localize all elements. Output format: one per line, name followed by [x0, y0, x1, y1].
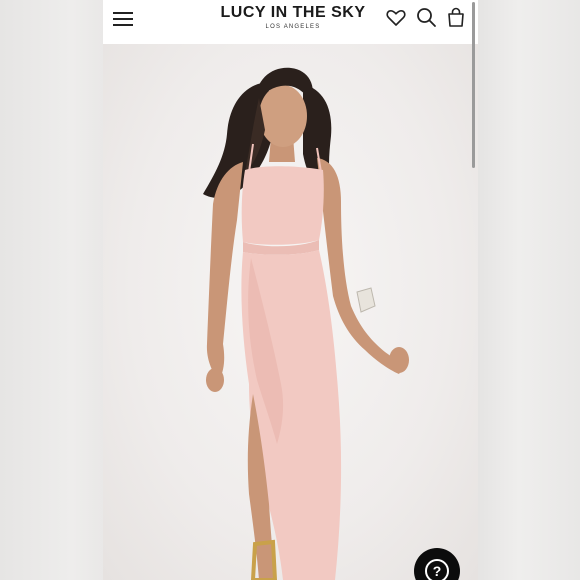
help-question-icon: ? [425, 559, 449, 580]
search-icon[interactable] [414, 5, 438, 29]
menu-icon[interactable] [113, 8, 135, 30]
brand-subtitle: LOS ANGELES [265, 24, 321, 30]
product-hero-image[interactable] [103, 44, 478, 580]
site-header: LUCY IN THE SKY LOS ANGELES [103, 0, 478, 44]
brand-name: LUCY IN THE SKY [220, 4, 366, 21]
shopping-bag-icon[interactable] [444, 5, 468, 29]
model-figure [203, 67, 409, 580]
scrollbar[interactable] [472, 2, 475, 168]
right-backdrop [478, 0, 580, 580]
mobile-screen: LUCY IN THE SKY LOS ANGELES ? [103, 0, 478, 580]
heart-icon[interactable] [384, 5, 408, 29]
left-backdrop [0, 0, 103, 580]
brand-logo[interactable]: LUCY IN THE SKY LOS ANGELES [203, 4, 383, 30]
